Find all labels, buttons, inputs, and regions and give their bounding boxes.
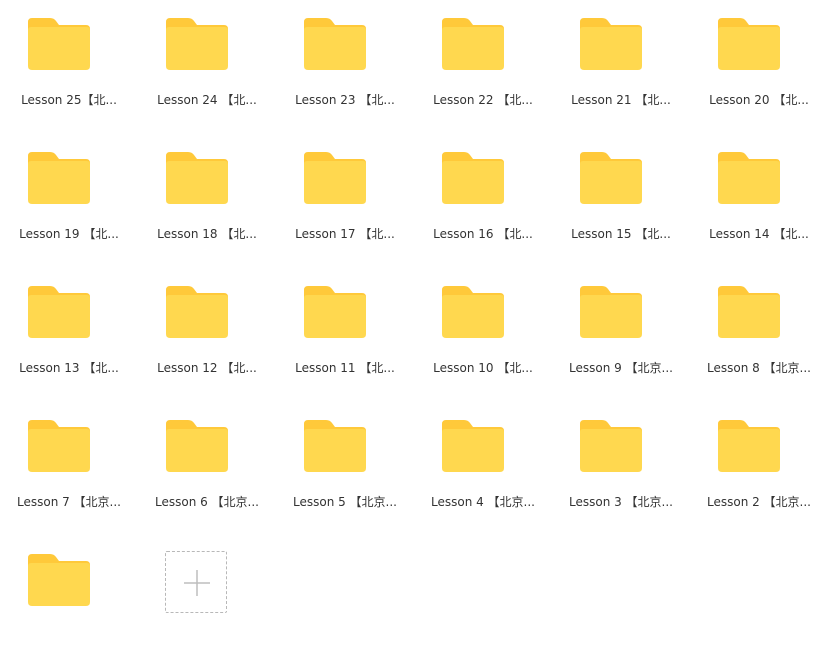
folder-label: Lesson 20 【北... xyxy=(709,93,809,107)
folder-label: Lesson 9 【北京... xyxy=(568,361,674,375)
folder-item[interactable]: Lesson 9 【北京... xyxy=(552,268,690,402)
folder-label: Lesson 8 【北京... xyxy=(706,361,812,375)
folder-item[interactable]: Lesson 13 【北... xyxy=(0,268,138,402)
folder-item[interactable]: Lesson 3 【北京... xyxy=(552,402,690,536)
folder-item[interactable]: Lesson 2 【北京... xyxy=(690,402,814,536)
folder-label: Lesson 2 【北京... xyxy=(706,495,812,509)
folder-icon xyxy=(28,554,90,606)
folder-icon xyxy=(166,420,228,472)
folder-label: Lesson 16 【北... xyxy=(433,227,533,241)
folder-icon xyxy=(28,152,90,204)
folder-label: Lesson 23 【北... xyxy=(295,93,395,107)
folder-icon xyxy=(580,18,642,70)
folder-item[interactable]: Lesson 18 【北... xyxy=(138,134,276,268)
folder-icon xyxy=(442,18,504,70)
folder-icon xyxy=(304,18,366,70)
folder-icon xyxy=(718,286,780,338)
folder-label: Lesson 4 【北京... xyxy=(430,495,536,509)
folder-label: Lesson 25【北... xyxy=(21,93,117,107)
folder-grid: Lesson 25【北... Lesson 24 【北... Lesson 23 【… xyxy=(0,0,814,621)
folder-icon xyxy=(442,286,504,338)
folder-icon xyxy=(580,286,642,338)
folder-label: Lesson 22 【北... xyxy=(433,93,533,107)
folder-label: Lesson 7 【北京... xyxy=(16,495,122,509)
folder-icon xyxy=(718,18,780,70)
folder-item[interactable]: Lesson 24 【北... xyxy=(138,0,276,134)
folder-item[interactable]: Lesson 25【北... xyxy=(0,0,138,134)
folder-item[interactable]: Lesson 12 【北... xyxy=(138,268,276,402)
folder-item[interactable]: Lesson 11 【北... xyxy=(276,268,414,402)
folder-item[interactable]: Lesson 17 【北... xyxy=(276,134,414,268)
folder-item[interactable]: Lesson 10 【北... xyxy=(414,268,552,402)
folder-icon xyxy=(580,420,642,472)
folder-icon xyxy=(304,420,366,472)
folder-item[interactable]: Lesson 5 【北京... xyxy=(276,402,414,536)
folder-label: Lesson 6 【北京... xyxy=(154,495,260,509)
folder-item[interactable]: Lesson 14 【北... xyxy=(690,134,814,268)
folder-icon xyxy=(580,152,642,204)
folder-item[interactable]: Lesson 23 【北... xyxy=(276,0,414,134)
folder-label: Lesson 5 【北京... xyxy=(292,495,398,509)
folder-icon xyxy=(718,420,780,472)
folder-icon xyxy=(166,152,228,204)
folder-icon xyxy=(442,420,504,472)
folder-icon xyxy=(166,286,228,338)
folder-item[interactable]: Lesson 8 【北京... xyxy=(690,268,814,402)
folder-icon xyxy=(28,286,90,338)
folder-item[interactable]: Lesson 15 【北... xyxy=(552,134,690,268)
folder-label: Lesson 3 【北京... xyxy=(568,495,674,509)
folder-label: Lesson 19 【北... xyxy=(19,227,119,241)
folder-icon xyxy=(304,286,366,338)
folder-item[interactable]: Lesson 22 【北... xyxy=(414,0,552,134)
folder-item[interactable]: Lesson 19 【北... xyxy=(0,134,138,268)
folder-item[interactable]: Lesson 6 【北京... xyxy=(138,402,276,536)
folder-icon xyxy=(442,152,504,204)
folder-label: Lesson 12 【北... xyxy=(157,361,257,375)
folder-item[interactable] xyxy=(0,536,138,670)
folder-label: Lesson 15 【北... xyxy=(571,227,671,241)
folder-label: Lesson 11 【北... xyxy=(295,361,395,375)
plus-icon xyxy=(184,570,210,596)
folder-icon xyxy=(304,152,366,204)
folder-label: Lesson 21 【北... xyxy=(571,93,671,107)
folder-item[interactable]: Lesson 4 【北京... xyxy=(414,402,552,536)
folder-icon xyxy=(166,18,228,70)
folder-item[interactable]: Lesson 7 【北京... xyxy=(0,402,138,536)
folder-label: Lesson 24 【北... xyxy=(157,93,257,107)
folder-label: Lesson 14 【北... xyxy=(709,227,809,241)
folder-item[interactable]: Lesson 16 【北... xyxy=(414,134,552,268)
add-folder-button[interactable] xyxy=(165,551,227,613)
folder-icon xyxy=(28,18,90,70)
folder-item[interactable]: Lesson 20 【北... xyxy=(690,0,814,134)
folder-label: Lesson 10 【北... xyxy=(433,361,533,375)
folder-label: Lesson 17 【北... xyxy=(295,227,395,241)
folder-icon xyxy=(28,420,90,472)
folder-item[interactable]: Lesson 21 【北... xyxy=(552,0,690,134)
folder-icon xyxy=(718,152,780,204)
folder-label: Lesson 18 【北... xyxy=(157,227,257,241)
folder-label: Lesson 13 【北... xyxy=(19,361,119,375)
